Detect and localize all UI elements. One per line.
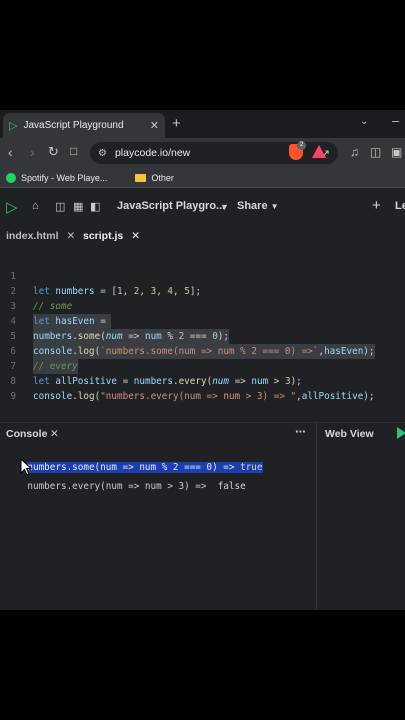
console-header: Console ✕ ⋯ [0, 426, 315, 444]
bookmark-icon[interactable]: □ [70, 144, 77, 158]
forward-icon[interactable]: › [30, 144, 35, 160]
file-tab-label: index.html [6, 230, 59, 242]
file-tabs: index.html ✕ script.js ✕ [0, 226, 405, 248]
close-file-icon[interactable]: ✕ [131, 230, 140, 242]
layout-left-icon[interactable]: ◫ [55, 200, 65, 213]
code-line: 7 let allPositive = numbers.every(num =>… [0, 344, 405, 387]
code-line: 3 let hasEven = [0, 284, 405, 329]
cut-off-label[interactable]: Le [395, 200, 405, 212]
layout-right-icon[interactable]: ◧ [90, 200, 100, 213]
code-line: 9 [0, 374, 405, 402]
file-tab-index[interactable]: index.html ✕ [6, 230, 75, 242]
project-name[interactable]: JavaScript Playgro... [117, 200, 225, 212]
console-title[interactable]: Console [6, 428, 47, 440]
spotify-icon [6, 172, 16, 183]
console-output-text: numbers.every(num => num > 3) => [27, 481, 207, 492]
share-label: Share [237, 200, 268, 212]
reload-icon[interactable]: ↻ [48, 144, 59, 160]
file-tab-label: script.js [83, 230, 124, 242]
line-number: 9 [10, 391, 16, 402]
run-icon[interactable] [397, 427, 405, 439]
code-line: 1 let numbers = [1, 2, 3, 4, 5]; [0, 254, 405, 297]
code-line: 5 console.log(`numbers.some(num => num %… [0, 314, 405, 359]
playcode-logo-icon[interactable]: ▷ [6, 198, 18, 216]
app-header: ▷ ⌂ ◫ ▦ ◧ JavaScript Playgro... ▼ Share … [0, 194, 405, 220]
mouse-cursor-icon [20, 458, 32, 476]
close-console-icon[interactable]: ✕ [50, 428, 59, 440]
media-icon[interactable]: ♫ [350, 145, 359, 159]
console-output-line: numbers.every(num => num > 3) => false [5, 470, 246, 503]
code-line: 6 // every [0, 329, 405, 374]
site-settings-icon[interactable]: ⚙ [98, 148, 107, 159]
vertical-splitter[interactable] [316, 423, 317, 610]
code-editor[interactable]: 1 let numbers = [1, 2, 3, 4, 5]; 2 // so… [0, 254, 405, 424]
brave-rewards-icon[interactable] [312, 145, 326, 158]
playcode-favicon-icon: ▷ [9, 120, 18, 132]
file-tab-script[interactable]: script.js ✕ [83, 230, 140, 242]
console-output-value: false [217, 481, 246, 492]
close-file-icon[interactable]: ✕ [67, 230, 76, 242]
panel-divider[interactable] [0, 422, 405, 423]
address-bar-row: ‹ › ↻ □ ⚙ playcode.io/new ↗ 2 ♫ ◫ ▣ [0, 138, 405, 168]
close-tab-icon[interactable]: ✕ [150, 119, 159, 132]
tab-list-chevron-icon[interactable]: ⌄ [360, 116, 368, 127]
share-chevron-icon: ▼ [270, 202, 279, 211]
code-line: 2 // some [0, 269, 405, 312]
browser-tab-strip: ▷ JavaScript Playground ✕ + ⌄ – [0, 110, 405, 138]
sidebar-icon[interactable]: ◫ [370, 145, 381, 159]
bookmarks-bar: Spotify - Web Playe... Other [0, 168, 405, 188]
webview-title[interactable]: Web View [325, 428, 374, 440]
brave-shields-badge: 2 [297, 141, 306, 150]
more-options-icon[interactable]: ⋯ [295, 426, 306, 438]
folder-icon [135, 173, 147, 182]
code-line: 8 console.log("numbers.every(num => num … [0, 359, 405, 402]
minimize-icon[interactable]: – [392, 113, 399, 128]
add-icon[interactable]: + [372, 197, 381, 214]
bookmark-spotify[interactable]: Spotify - Web Playe... [21, 173, 107, 183]
code-line: 4 numbers.some(num => num % 2 === 0); [0, 299, 405, 344]
wallet-icon[interactable]: ▣ [391, 145, 402, 159]
share-button[interactable]: Share ▼ [237, 200, 279, 212]
screen-frame: ▷ JavaScript Playground ✕ + ⌄ – ‹ › ↻ □ … [0, 110, 405, 610]
new-tab-button[interactable]: + [172, 115, 181, 132]
layout-split-icon[interactable]: ▦ [73, 200, 83, 213]
browser-tab[interactable]: ▷ JavaScript Playground ✕ [3, 113, 165, 138]
bookmark-other[interactable]: Other [151, 173, 174, 183]
home-icon[interactable]: ⌂ [32, 200, 39, 212]
project-chevron-icon[interactable]: ▼ [220, 202, 229, 212]
back-icon[interactable]: ‹ [8, 144, 13, 160]
browser-tab-title: JavaScript Playground [23, 120, 124, 131]
